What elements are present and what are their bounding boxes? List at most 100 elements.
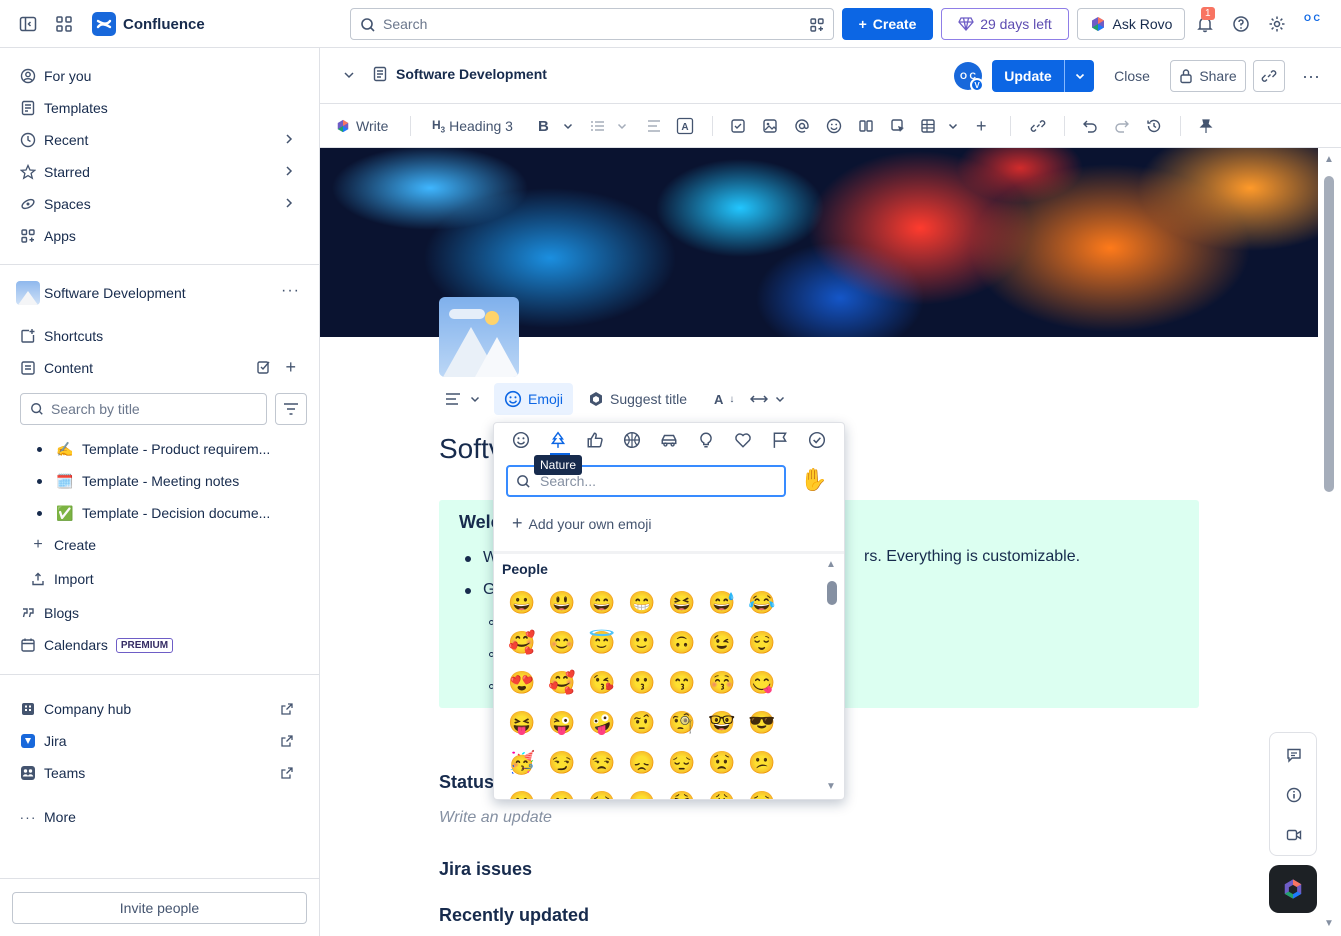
- emoji-option[interactable]: 😔: [662, 743, 702, 783]
- emoji-option[interactable]: 😜: [542, 703, 582, 743]
- layout-columns-icon[interactable]: [858, 114, 874, 138]
- sidebar-item-import[interactable]: Import: [22, 563, 308, 595]
- emoji-option[interactable]: 🥰: [502, 623, 542, 663]
- emoji-option[interactable]: 😃: [542, 583, 582, 623]
- title-alignment-button[interactable]: [445, 383, 481, 415]
- table-icon[interactable]: [920, 114, 936, 138]
- share-button[interactable]: Share: [1170, 60, 1246, 92]
- emoji-option[interactable]: 😋: [742, 663, 782, 703]
- status-placeholder[interactable]: Write an update: [439, 809, 552, 827]
- tree-item-meeting-notes[interactable]: 🗓️ Template - Meeting notes: [30, 467, 300, 495]
- user-avatar[interactable]: O C: [1298, 13, 1326, 35]
- emoji-option[interactable]: 😫: [662, 783, 702, 799]
- emoji-option[interactable]: 😘: [582, 663, 622, 703]
- chevron-down-icon[interactable]: [342, 68, 356, 82]
- ball-icon[interactable]: [621, 429, 643, 451]
- emoji-option[interactable]: 🥳: [502, 743, 542, 783]
- insert-element-icon[interactable]: [890, 114, 906, 138]
- sidebar-item-calendars[interactable]: Calendars PREMIUM: [12, 629, 308, 661]
- emoji-option[interactable]: 🤓: [702, 703, 742, 743]
- update-options-chevron-icon[interactable]: [1065, 60, 1094, 92]
- thumbs-up-icon[interactable]: [584, 429, 606, 451]
- page-icon-image[interactable]: [439, 297, 519, 377]
- emoji-option[interactable]: 😣: [582, 783, 622, 799]
- global-search-input[interactable]: Search: [350, 8, 834, 40]
- emoji-icon[interactable]: [826, 114, 842, 138]
- sidebar-item-starred[interactable]: Starred: [12, 156, 308, 188]
- car-icon[interactable]: [658, 429, 680, 451]
- page-scrollbar-thumb[interactable]: [1324, 176, 1334, 492]
- space-more-actions-icon[interactable]: ···: [281, 282, 300, 300]
- app-switcher-icon[interactable]: [52, 12, 76, 36]
- chevron-down-icon[interactable]: [562, 114, 574, 138]
- emoji-option[interactable]: 😉: [702, 623, 742, 663]
- confluence-logo[interactable]: Confluence: [92, 12, 205, 36]
- search-by-title-input[interactable]: Search by title: [20, 393, 267, 425]
- sidebar-item-recent[interactable]: Recent: [12, 124, 308, 156]
- scroll-up-arrow-icon[interactable]: ▲: [826, 559, 836, 570]
- settings-gear-icon[interactable]: [1265, 12, 1289, 36]
- tree-item-product-requirements[interactable]: ✍️ Template - Product requirem...: [30, 435, 300, 463]
- smiley-icon[interactable]: [510, 429, 532, 451]
- emoji-scrollbar-thumb[interactable]: [827, 581, 837, 605]
- redo-icon[interactable]: [1114, 114, 1130, 138]
- more-actions-icon[interactable]: ···: [1295, 60, 1327, 92]
- emoji-option[interactable]: 😩: [702, 783, 742, 799]
- emoji-option[interactable]: 😞: [622, 743, 662, 783]
- emoji-option[interactable]: 😗: [622, 663, 662, 703]
- sidebar-item-for-you[interactable]: For you: [12, 60, 308, 92]
- image-icon[interactable]: [762, 114, 778, 138]
- emoji-option[interactable]: 😇: [582, 623, 622, 663]
- emoji-option[interactable]: 🤨: [622, 703, 662, 743]
- emoji-option[interactable]: 😄: [582, 583, 622, 623]
- recently-updated-heading[interactable]: Recently updated: [439, 905, 589, 926]
- write-ai-button[interactable]: Write: [336, 114, 388, 138]
- comment-icon[interactable]: [1284, 745, 1304, 765]
- space-header[interactable]: Software Development ···: [12, 278, 308, 308]
- emoji-option[interactable]: 😕: [742, 743, 782, 783]
- emoji-option[interactable]: 🧐: [662, 703, 702, 743]
- create-button[interactable]: + Create: [842, 8, 933, 40]
- add-content-icon[interactable]: +: [285, 357, 296, 378]
- sidebar-item-templates[interactable]: Templates: [12, 92, 308, 124]
- text-color-icon[interactable]: A: [676, 114, 694, 138]
- emoji-option[interactable]: 😟: [702, 743, 742, 783]
- sidebar-item-apps[interactable]: Apps: [12, 220, 308, 252]
- info-icon[interactable]: [1284, 785, 1304, 805]
- add-own-emoji-button[interactable]: + Add your own emoji: [512, 513, 651, 534]
- heart-icon[interactable]: [732, 429, 754, 451]
- emoji-option[interactable]: 🙃: [662, 623, 702, 663]
- skin-tone-selector[interactable]: ✋: [800, 467, 827, 493]
- sidebar-item-spaces[interactable]: Spaces: [12, 188, 308, 220]
- emoji-option[interactable]: 😝: [502, 703, 542, 743]
- ask-rovo-button[interactable]: Ask Rovo: [1077, 8, 1185, 40]
- rovo-chat-button[interactable]: [1269, 865, 1317, 913]
- version-history-icon[interactable]: [1146, 114, 1162, 138]
- emoji-option[interactable]: 😒: [582, 743, 622, 783]
- sidebar-item-more[interactable]: ··· More: [12, 801, 308, 833]
- emoji-option[interactable]: 😊: [542, 623, 582, 663]
- task-checkbox-icon[interactable]: [730, 114, 746, 138]
- sidebar-toggle-icon[interactable]: [16, 12, 40, 36]
- bulb-icon[interactable]: [695, 429, 717, 451]
- emoji-option[interactable]: ☹️: [542, 783, 582, 799]
- emoji-option[interactable]: 😎: [742, 703, 782, 743]
- mention-icon[interactable]: [794, 114, 810, 138]
- emoji-option[interactable]: 😁: [622, 583, 662, 623]
- update-button[interactable]: Update: [992, 60, 1094, 92]
- emoji-option[interactable]: 😆: [662, 583, 702, 623]
- sidebar-item-shortcuts[interactable]: Shortcuts: [12, 320, 308, 352]
- video-icon[interactable]: [1284, 825, 1304, 845]
- emoji-option[interactable]: 😚: [702, 663, 742, 703]
- sidebar-item-teams[interactable]: Teams: [12, 757, 308, 789]
- title-font-size-icon[interactable]: A ↓: [714, 383, 734, 415]
- sidebar-item-blogs[interactable]: Blogs: [12, 597, 308, 629]
- text-style-dropdown[interactable]: H3 Heading 3: [432, 114, 513, 138]
- new-from-template-icon[interactable]: [256, 359, 272, 375]
- check-circle-icon[interactable]: [806, 429, 828, 451]
- emoji-option[interactable]: 😙: [662, 663, 702, 703]
- link-icon[interactable]: [1030, 114, 1046, 138]
- scroll-up-arrow-icon[interactable]: ▲: [1324, 154, 1334, 165]
- close-button[interactable]: Close: [1106, 60, 1158, 92]
- flag-icon[interactable]: [769, 429, 791, 451]
